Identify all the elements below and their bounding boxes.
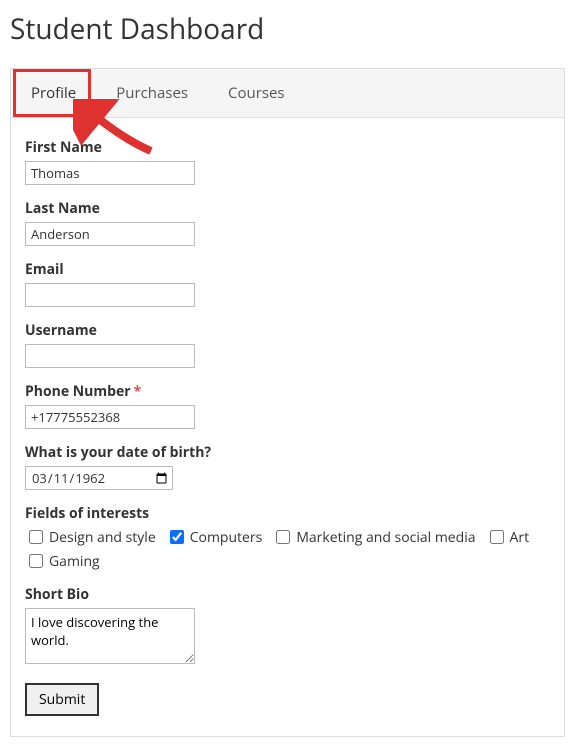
label-last-name: Last Name xyxy=(25,199,550,218)
tab-purchases[interactable]: Purchases xyxy=(96,69,208,117)
profile-form: First Name Last Name Email Username Phon… xyxy=(11,118,564,736)
first-name-input[interactable] xyxy=(25,161,195,185)
dob-input[interactable] xyxy=(25,466,173,490)
label-username: Username xyxy=(25,321,550,340)
interest-option[interactable]: Design and style xyxy=(25,527,156,547)
interest-option[interactable]: Art xyxy=(486,527,530,547)
interest-checkbox[interactable] xyxy=(29,530,43,544)
interest-label: Computers xyxy=(190,528,263,547)
interest-checkbox[interactable] xyxy=(276,530,290,544)
email-input[interactable] xyxy=(25,283,195,307)
interest-label: Gaming xyxy=(49,552,100,571)
label-interests: Fields of interests xyxy=(25,504,550,523)
required-mark: * xyxy=(134,382,142,401)
submit-button[interactable]: Submit xyxy=(25,683,99,716)
interest-option[interactable]: Marketing and social media xyxy=(272,527,475,547)
interest-label: Marketing and social media xyxy=(296,528,475,547)
phone-input[interactable] xyxy=(25,405,195,429)
tabbar: Profile Purchases Courses xyxy=(11,69,564,118)
username-input[interactable] xyxy=(25,344,195,368)
bio-textarea[interactable] xyxy=(25,608,195,664)
label-first-name: First Name xyxy=(25,138,550,157)
label-bio: Short Bio xyxy=(25,585,550,604)
label-dob: What is your date of birth? xyxy=(25,443,550,462)
interest-label: Art xyxy=(510,528,530,547)
dashboard-panel: Profile Purchases Courses First Name Las… xyxy=(10,68,565,737)
last-name-input[interactable] xyxy=(25,222,195,246)
interest-checkbox[interactable] xyxy=(170,530,184,544)
tab-profile[interactable]: Profile xyxy=(11,69,96,117)
interest-label: Design and style xyxy=(49,528,156,547)
tab-courses[interactable]: Courses xyxy=(208,69,305,117)
interest-option[interactable]: Gaming xyxy=(25,551,100,571)
label-email: Email xyxy=(25,260,550,279)
label-phone: Phone Number* xyxy=(25,382,550,401)
interest-checkbox[interactable] xyxy=(29,554,43,568)
interest-option[interactable]: Computers xyxy=(166,527,263,547)
page-title: Student Dashboard xyxy=(10,10,565,48)
interest-checkbox[interactable] xyxy=(490,530,504,544)
